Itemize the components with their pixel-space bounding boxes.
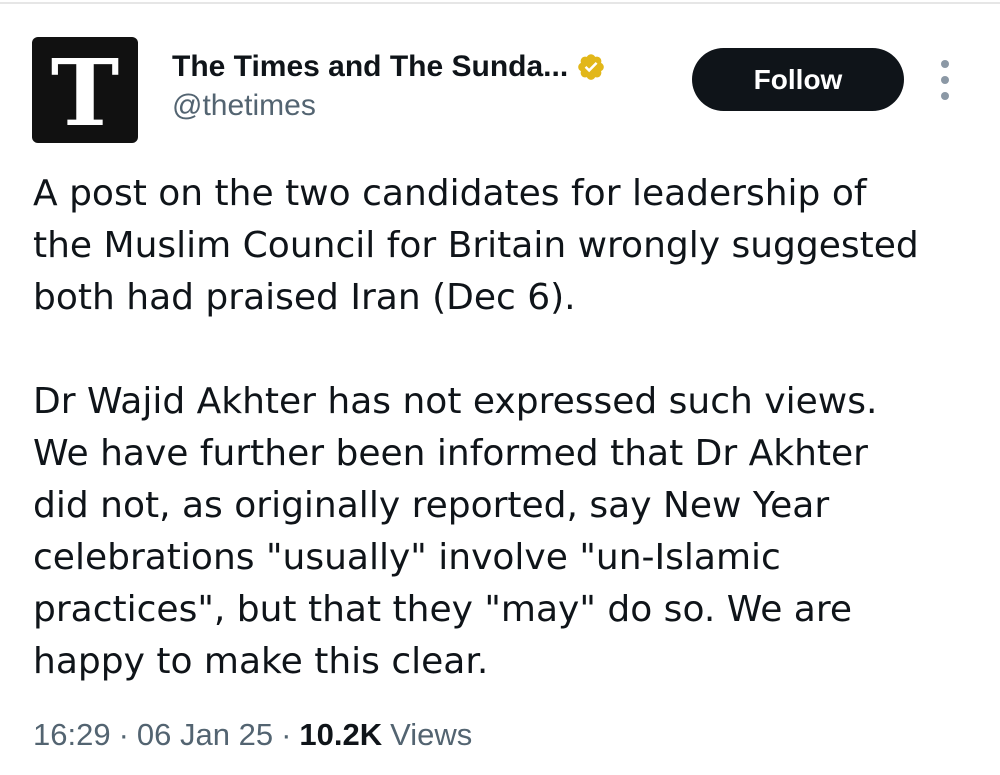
- tweet-line: the Muslim Council for Britain wrongly s…: [33, 225, 919, 266]
- tweet-date[interactable]: 06 Jan 25: [137, 717, 273, 753]
- tweet-text: A post on the two candidates for leaders…: [33, 168, 983, 688]
- tweet-line: did not, as originally reported, say New…: [33, 485, 830, 526]
- top-divider: [0, 2, 1000, 4]
- tweet-line: We have further been informed that Dr Ak…: [33, 433, 868, 474]
- avatar-logo-letter: T: [50, 39, 120, 143]
- tweet-time[interactable]: 16:29: [33, 717, 111, 753]
- tweet-line: A post on the two candidates for leaders…: [33, 173, 867, 214]
- more-dot: [941, 92, 949, 100]
- more-options-icon[interactable]: [930, 60, 960, 100]
- display-name[interactable]: The Times and The Sunda...: [172, 50, 568, 84]
- verified-badge-icon: [578, 54, 604, 80]
- avatar[interactable]: T: [32, 37, 138, 143]
- tweet-line: celebrations "usually" involve "un-Islam…: [33, 537, 781, 578]
- more-dot: [941, 60, 949, 68]
- meta-separator: ·: [281, 717, 292, 752]
- tweet-meta: 16:29 · 06 Jan 25 · 10.2K Views: [33, 717, 472, 753]
- follow-button[interactable]: Follow: [692, 48, 904, 111]
- tweet-line: happy to make this clear.: [33, 641, 489, 682]
- tweet-line: both had praised Iran (Dec 6).: [33, 277, 576, 318]
- more-dot: [941, 76, 949, 84]
- views-count[interactable]: 10.2K: [299, 717, 382, 753]
- meta-separator: ·: [118, 717, 129, 752]
- tweet-line: Dr Wajid Akhter has not expressed such v…: [33, 381, 878, 422]
- tweet-line: practices", but that they "may" do so. W…: [33, 589, 853, 630]
- account-handle[interactable]: @thetimes: [172, 89, 316, 123]
- name-row[interactable]: The Times and The Sunda...: [172, 48, 606, 86]
- views-label: Views: [390, 717, 473, 752]
